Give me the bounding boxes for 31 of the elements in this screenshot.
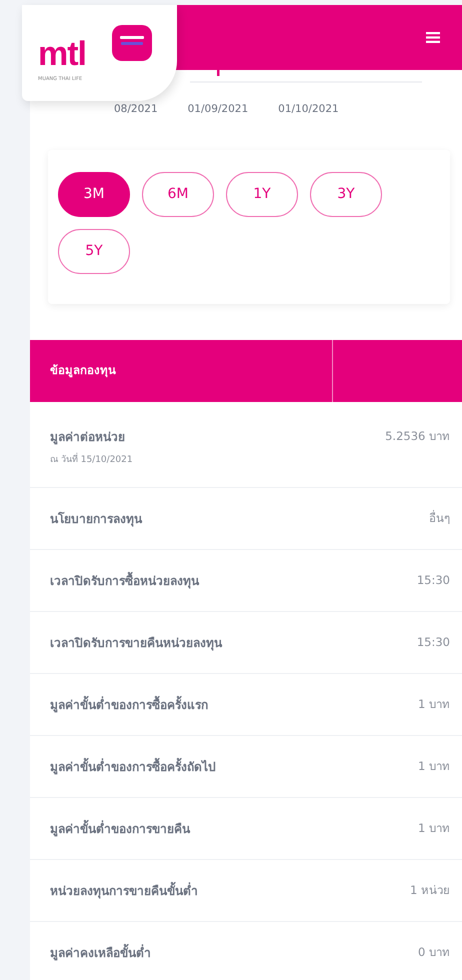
- period-button[interactable]: 3M: [58, 172, 130, 217]
- row-label: มูลค่าขั้นต่ำของการขายคืน: [50, 820, 190, 838]
- row-label: นโยบายการลงทุน: [50, 510, 142, 528]
- row-value: 5.2536 บาท: [385, 428, 450, 445]
- period-button[interactable]: 6M: [142, 172, 214, 217]
- row-value: 1 บาท: [418, 696, 450, 713]
- axis-date-label: 01/10/2021: [278, 102, 339, 117]
- menu-icon[interactable]: [426, 32, 440, 43]
- logo-wordmark: mtl: [38, 37, 86, 71]
- row-label: เวลาปิดรับการซื้อหน่วยลงทุน: [50, 572, 199, 590]
- row-value: 1 บาท: [418, 820, 450, 837]
- table-header-title: ข้อมูลกองทุน: [30, 340, 333, 402]
- row-value: 15:30: [416, 572, 450, 589]
- row-label: มูลค่าขั้นต่ำของการซื้อครั้งถัดไป: [50, 758, 216, 776]
- row-label: มูลค่าขั้นต่ำของการซื้อครั้งแรก: [50, 696, 208, 714]
- row-value: อื่นๆ: [429, 510, 450, 527]
- row-label: หน่วยลงทุนการขายคืนขั้นต่ำ: [50, 882, 198, 900]
- axis-date-label: 01/09/2021: [188, 102, 248, 117]
- logo-badge-icon: [112, 25, 152, 61]
- period-button[interactable]: 5Y: [58, 229, 130, 274]
- row-value: 1 หน่วย: [410, 882, 450, 899]
- axis-date-label: 08/2021: [114, 102, 158, 117]
- row-value: 0 บาท: [418, 944, 450, 961]
- row-value: 1 บาท: [418, 758, 450, 775]
- row-label: มูลค่าต่อหน่วย: [50, 429, 126, 446]
- row-label: มูลค่าคงเหลือขั้นต่ำ: [50, 944, 151, 962]
- period-button[interactable]: 1Y: [226, 172, 298, 217]
- row-label: เวลาปิดรับการขายคืนหน่วยลงทุน: [50, 634, 222, 652]
- row-note: ณ วันที่ 15/10/2021: [50, 454, 133, 468]
- period-button[interactable]: 3Y: [310, 172, 382, 217]
- row-value: 15:30: [416, 634, 450, 651]
